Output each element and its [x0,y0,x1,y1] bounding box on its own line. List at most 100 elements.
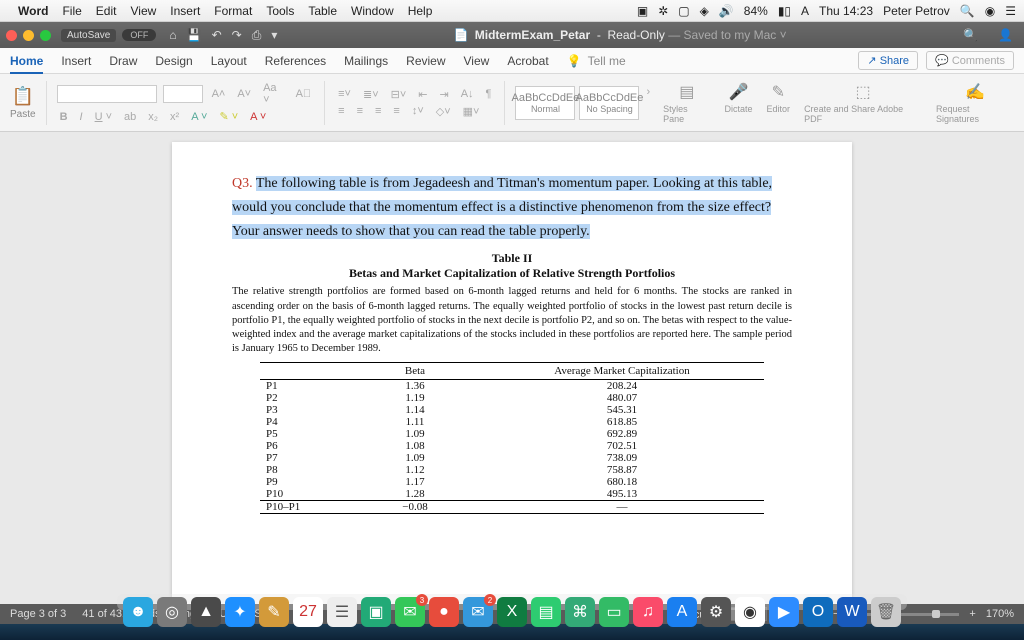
dock-reminders-icon[interactable]: ☰ [327,597,357,627]
highlight-icon[interactable]: ✎ ˅ [216,110,241,123]
request-signatures-button[interactable]: ✍Request Signatures [936,82,1014,124]
menu-format[interactable]: Format [214,4,252,18]
zoom-in[interactable]: + [969,608,975,620]
tab-insert[interactable]: Insert [61,54,91,68]
search-icon[interactable]: 🔍 [963,28,978,42]
close-button[interactable] [6,30,17,41]
sort-icon[interactable]: A↓ [458,88,477,100]
menu-tools[interactable]: Tools [266,4,294,18]
dock-launchpad-icon[interactable]: ◎ [157,597,187,627]
create-share-pdf-button[interactable]: ⬚Create and Share Adobe PDF [804,82,922,124]
font-color-icon[interactable]: A ˅ [247,111,269,123]
tab-acrobat[interactable]: Acrobat [507,54,548,68]
paste-group[interactable]: 📋 Paste [10,86,36,120]
dock-word-icon[interactable]: W [837,597,867,627]
spotlight-icon[interactable]: 🔍 [960,4,975,18]
tab-design[interactable]: Design [155,54,192,68]
tab-review[interactable]: Review [406,54,445,68]
menu-insert[interactable]: Insert [170,4,200,18]
indent-icon[interactable]: ⇥ [436,88,451,101]
menu-extra-icon[interactable]: ☰ [1005,4,1016,18]
dock-chrome-icon[interactable]: ◉ [735,597,765,627]
share-button[interactable]: ↗ Share [858,51,918,70]
outdent-icon[interactable]: ⇤ [415,88,430,101]
document-canvas[interactable]: Q3. The following table is from Jegadees… [0,132,1024,604]
dock-numbers-icon[interactable]: ▤ [531,597,561,627]
zoom-level[interactable]: 170% [986,608,1014,620]
clock[interactable]: Thu 14:23 [819,4,873,18]
dock-monitor-icon[interactable]: ▭ [599,597,629,627]
align-left-icon[interactable]: ≡ [335,105,347,117]
shading-icon[interactable]: ◇˅ [433,105,454,118]
share-window-icon[interactable]: 👤 [998,28,1013,42]
style-normal[interactable]: AaBbCcDdEeNormal [515,86,575,120]
underline-button[interactable]: U ˅ [92,111,115,123]
menu-edit[interactable]: Edit [96,4,117,18]
line-spacing-icon[interactable]: ↕˅ [409,105,427,117]
styles-pane-button[interactable]: ▤Styles Pane [663,82,710,124]
tab-mailings[interactable]: Mailings [344,54,388,68]
dock-settings-icon[interactable]: ⚙ [701,597,731,627]
menu-window[interactable]: Window [351,4,394,18]
tab-view[interactable]: View [464,54,490,68]
display-icon[interactable]: ▢ [678,4,689,18]
dock-zoom-icon[interactable]: ▶ [769,597,799,627]
tab-draw[interactable]: Draw [109,54,137,68]
wifi-icon[interactable]: ◈ [700,4,709,18]
bold-button[interactable]: B [57,111,71,123]
text-effects-icon[interactable]: A ˅ [188,111,210,123]
styles-gallery[interactable]: AaBbCcDdEeNormal AaBbCcDdEeNo Spacing › [515,86,653,120]
minimize-button[interactable] [23,30,34,41]
bullets-icon[interactable]: ≡˅ [335,88,354,100]
qat-more-icon[interactable]: ▾ [271,28,277,42]
menu-table[interactable]: Table [308,4,337,18]
page-indicator[interactable]: Page 3 of 3 [10,608,66,620]
dock-chrome2-icon[interactable]: ● [429,597,459,627]
redo-icon[interactable]: ↷ [232,28,242,42]
dock-music-icon[interactable]: ♫ [633,597,663,627]
menu-app[interactable]: Word [18,4,48,18]
dock-messages-icon[interactable]: ✉3 [395,597,425,627]
numbering-icon[interactable]: ≣˅ [360,88,382,101]
shrink-font-icon[interactable]: A˅ [234,88,254,100]
dock-outlook-icon[interactable]: O [803,597,833,627]
print-icon[interactable]: ⎙ [252,28,262,43]
dock-safari-icon[interactable]: ✦ [225,597,255,627]
keyboard-icon[interactable]: A [801,4,809,18]
font-size-select[interactable] [163,85,203,103]
dock-notes-icon[interactable]: ✎ [259,597,289,627]
font-family-select[interactable] [57,85,157,103]
autosave-toggle[interactable]: OFF [122,29,156,41]
style-nospacing[interactable]: AaBbCcDdEeNo Spacing [579,86,639,120]
tab-layout[interactable]: Layout [211,54,247,68]
dock-mail-icon[interactable]: ✉2 [463,597,493,627]
tell-me[interactable]: Tell me [588,54,626,68]
dock-finder-icon[interactable]: ☻ [123,597,153,627]
video-icon[interactable]: ▣ [637,4,648,18]
italic-button[interactable]: I [77,111,86,123]
dock-calendar-icon[interactable]: 27 [293,597,323,627]
dock-appstore-icon[interactable]: A [667,597,697,627]
pilcrow-icon[interactable]: ¶ [483,88,495,100]
strike-button[interactable]: ab [121,111,139,123]
borders-icon[interactable]: ▦˅ [460,105,483,118]
battery-icon[interactable]: ▮▯ [778,4,791,18]
dock-excel-icon[interactable]: X [497,597,527,627]
user-name[interactable]: Peter Petrov [883,4,950,18]
subscript-button[interactable]: x₂ [145,111,161,123]
styles-more-icon[interactable]: › [643,86,653,120]
justify-icon[interactable]: ≡ [390,105,402,117]
bluetooth-icon[interactable]: ✲ [658,4,668,18]
zoom-button[interactable] [40,30,51,41]
save-icon[interactable]: 💾 [187,28,202,42]
menu-view[interactable]: View [130,4,156,18]
dictate-button[interactable]: 🎤Dictate [725,82,753,124]
grow-font-icon[interactable]: A˄ [209,88,229,100]
change-case-icon[interactable]: Aa ˅ [260,82,286,106]
superscript-button[interactable]: x² [167,111,182,123]
undo-icon[interactable]: ↶ [212,28,222,42]
dock-app-icon[interactable]: ▲ [191,597,221,627]
menu-help[interactable]: Help [408,4,433,18]
multilevel-icon[interactable]: ⊟˅ [388,88,410,101]
dock-preview-icon[interactable]: ▣ [361,597,391,627]
